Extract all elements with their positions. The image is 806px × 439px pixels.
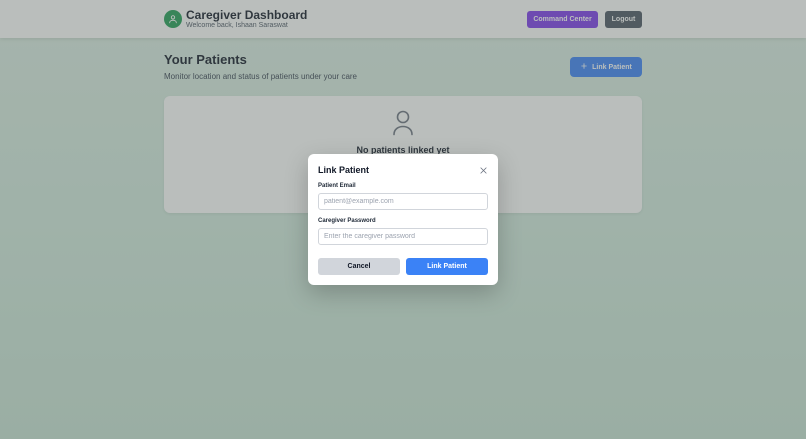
caregiver-password-input[interactable]: [318, 228, 488, 245]
close-icon: [479, 163, 488, 178]
submit-link-patient-button[interactable]: Link Patient: [406, 258, 488, 275]
patient-email-input[interactable]: [318, 193, 488, 210]
modal-title: Link Patient: [318, 165, 370, 175]
patient-email-label: Patient Email: [318, 183, 356, 189]
cancel-button[interactable]: Cancel: [318, 258, 400, 275]
link-patient-modal: Link Patient Patient Email Caregiver Pas…: [308, 154, 498, 285]
close-button[interactable]: [476, 163, 490, 177]
caregiver-password-label: Caregiver Password: [318, 218, 376, 224]
